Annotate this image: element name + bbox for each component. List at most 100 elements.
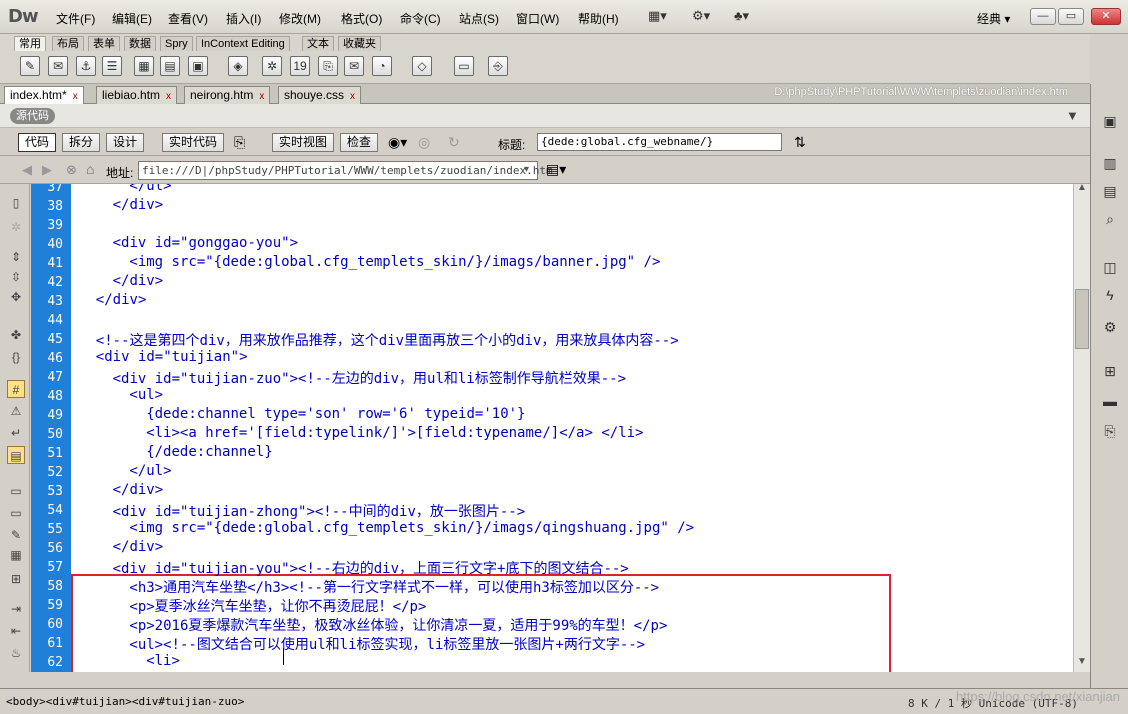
insert-panel-icon[interactable]: ▣ (1099, 110, 1121, 132)
line-numbers-icon[interactable]: # (7, 380, 25, 398)
snippets-icon[interactable]: ⎘ (1099, 420, 1121, 442)
insert-tab-common[interactable]: 常用 (14, 36, 46, 51)
scroll-up-icon[interactable]: ▲ (1077, 182, 1087, 193)
tab-close-icon[interactable]: x (166, 91, 171, 102)
menu-insert[interactable]: 插入(I) (226, 10, 261, 27)
insert-tab-favorites[interactable]: 收藏夹 (338, 36, 381, 51)
insert-tab-layout[interactable]: 布局 (52, 36, 84, 51)
refresh-icon[interactable]: ↻ (448, 134, 460, 151)
address-field[interactable]: file:///D|/phpStudy/PHPTutorial/WWW/temp… (138, 161, 553, 180)
address-dropdown-icon[interactable]: ▾ (524, 164, 529, 175)
remove-comment-icon[interactable]: ▭ (7, 504, 25, 522)
scroll-down-icon[interactable]: ▼ (1077, 656, 1087, 667)
vertical-scrollbar[interactable]: ▲ ▼ (1073, 182, 1090, 672)
design-view-button[interactable]: 设计 (106, 133, 145, 152)
open-documents-icon[interactable]: ▯ (7, 194, 25, 212)
tab-shouye[interactable]: shouye.css x (278, 86, 362, 104)
assets-icon[interactable]: ▬ (1099, 390, 1121, 412)
databases-icon[interactable]: ◫ (1099, 256, 1121, 278)
hr-icon[interactable]: ☰ (102, 56, 122, 76)
collapse-tag-icon[interactable]: ⇕ (7, 248, 25, 266)
layout-icon[interactable]: ▦▾ (648, 8, 667, 24)
gear-icon[interactable]: ⚙▾ (692, 8, 710, 24)
indent-icon[interactable]: ⇥ (7, 600, 25, 618)
server-include-icon[interactable]: ⎘ (318, 56, 338, 76)
image-icon[interactable]: ▣ (188, 56, 208, 76)
wrap-tag-icon[interactable]: ✎ (7, 526, 25, 544)
validate-icon[interactable]: ◎ (418, 134, 430, 151)
workspace-switcher[interactable]: 经典 ▾ (977, 10, 1010, 27)
split-view-button[interactable]: 拆分 (62, 133, 101, 152)
files-icon[interactable]: ⊞ (1099, 360, 1121, 382)
source-code-badge[interactable]: 源代码 (10, 108, 55, 124)
live-code-button[interactable]: 实时代码 (162, 133, 225, 152)
move-css-icon[interactable]: ⊞ (7, 570, 25, 588)
media-icon[interactable]: ◈ (228, 56, 248, 76)
server-behaviors-icon[interactable]: ⚙ (1099, 316, 1121, 338)
stop-icon[interactable]: ⊗ (66, 162, 77, 178)
menu-view[interactable]: 查看(V) (168, 10, 208, 27)
templates-icon[interactable]: ▭ (454, 56, 474, 76)
tag-inspector-icon[interactable]: ⌕ (1099, 208, 1121, 230)
home-icon[interactable]: ⌂ (86, 161, 94, 177)
forward-icon[interactable]: ▶ (42, 162, 52, 178)
syntax-coloring-icon[interactable]: ▤ (7, 446, 25, 464)
expand-all-icon[interactable]: ✥ (7, 288, 25, 306)
date-icon[interactable]: 19 (290, 56, 310, 76)
maximize-button[interactable]: ▭ (1058, 8, 1084, 25)
recent-snippets-icon[interactable]: ▦ (7, 546, 25, 564)
site-icon[interactable]: ♣▾ (734, 8, 749, 24)
code-editor[interactable]: 37 </ul> 38 </div> 39 40 <div id="gonggao-you"… (31, 184, 1073, 672)
tag-chooser-icon[interactable]: ⎆ (488, 56, 508, 76)
tab-close-icon[interactable]: x (259, 91, 264, 102)
filter-icon[interactable]: ▼ (1066, 108, 1079, 123)
live-view-button[interactable]: 实时视图 (272, 133, 335, 152)
apply-comment-icon[interactable]: ▭ (7, 482, 25, 500)
menu-window[interactable]: 窗口(W) (516, 10, 559, 27)
minimize-button[interactable]: — (1030, 8, 1056, 25)
menu-file[interactable]: 文件(F) (56, 10, 95, 27)
insert-tab-form[interactable]: 表单 (88, 36, 120, 51)
globe-icon[interactable]: ◉▾ (388, 134, 407, 151)
insert-tab-text[interactable]: 文本 (302, 36, 334, 51)
comment-icon[interactable]: ✉ (344, 56, 364, 76)
tab-close-icon[interactable]: x (350, 91, 355, 102)
css-styles-icon[interactable]: ▥ (1099, 152, 1121, 174)
word-wrap-icon[interactable]: ↵ (7, 424, 25, 442)
select-parent-tag-icon[interactable]: ✤ (7, 326, 25, 344)
menu-modify[interactable]: 修改(M) (279, 10, 321, 27)
balance-braces-icon[interactable]: {} (7, 348, 25, 366)
tag-selector[interactable]: <body><div#tuijian><div#tuijian-zuo> (6, 695, 244, 708)
options-icon[interactable]: ▤▾ (546, 161, 566, 178)
behaviors-icon[interactable]: ϟ (1099, 284, 1121, 306)
tab-liebiao[interactable]: liebiao.htm x (96, 86, 178, 104)
back-icon[interactable]: ◀ (22, 162, 32, 178)
ap-elements-icon[interactable]: ▤ (1099, 180, 1121, 202)
outdent-icon[interactable]: ⇤ (7, 622, 25, 640)
menu-site[interactable]: 站点(S) (459, 10, 499, 27)
head-icon[interactable]: ◔ (372, 56, 392, 76)
script-icon[interactable]: ◇ (412, 56, 432, 76)
code-view-button[interactable]: 代码 (18, 133, 57, 152)
format-source-icon[interactable]: ♨ (7, 644, 25, 662)
menu-help[interactable]: 帮助(H) (578, 10, 619, 27)
tab-close-icon[interactable]: x (73, 91, 78, 102)
title-field[interactable]: {dede:global.cfg_webname/} (537, 133, 782, 151)
file-management-icon[interactable]: ⇅ (794, 134, 806, 151)
insert-tab-incontext[interactable]: InContext Editing (196, 36, 290, 51)
highlight-invalid-icon[interactable]: ⚠ (7, 402, 25, 420)
insert-tab-data[interactable]: 数据 (124, 36, 156, 51)
tab-index[interactable]: index.htm* x (4, 86, 84, 104)
show-code-navigator-icon[interactable]: ✲ (7, 218, 25, 236)
inspect-button[interactable]: 检查 (340, 133, 379, 152)
tab-neirong[interactable]: neirong.htm x (184, 86, 271, 104)
menu-format[interactable]: 格式(O) (341, 10, 382, 27)
inspect-icon[interactable]: ⎘ (234, 134, 245, 151)
scrollbar-thumb[interactable] (1075, 289, 1089, 349)
table-icon[interactable]: ▦ (134, 56, 154, 76)
widget-icon[interactable]: ✲ (262, 56, 282, 76)
hyperlink-icon[interactable]: ✎ (20, 56, 40, 76)
div-icon[interactable]: ▤ (160, 56, 180, 76)
insert-tab-spry[interactable]: Spry (160, 36, 193, 51)
anchor-icon[interactable]: ⚓ (76, 56, 96, 76)
